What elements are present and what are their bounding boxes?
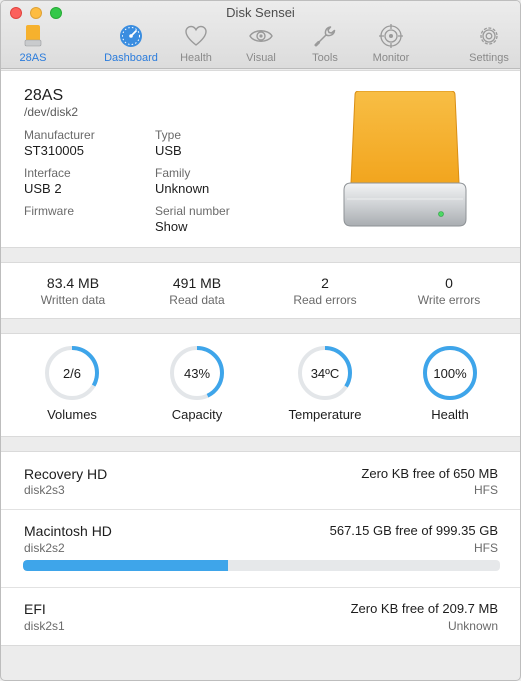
interface-label: Interface bbox=[24, 166, 71, 180]
family-field: Family Unknown bbox=[155, 166, 209, 196]
manufacturer-label: Manufacturer bbox=[24, 128, 95, 142]
tab-visual[interactable]: Visual bbox=[226, 23, 296, 64]
firmware-label: Firmware bbox=[24, 204, 74, 218]
volume-name: Recovery HD bbox=[24, 466, 108, 482]
write-errors-stat: 0 Write errors bbox=[389, 275, 509, 307]
eye-icon bbox=[249, 30, 273, 42]
volume-free-space: Zero KB free of 209.7 MB bbox=[350, 601, 498, 616]
toolbar: Disk Sensei 28AS Dashboard Health Visual… bbox=[1, 1, 520, 69]
disk-info-panel: 28AS /dev/disk2 Manufacturer ST310005 Ty… bbox=[1, 70, 520, 248]
write-errors-value: 0 bbox=[445, 275, 453, 291]
volume-usage-bar bbox=[23, 560, 500, 571]
volume-row-efi[interactable]: EFI disk2s1 Zero KB free of 209.7 MB Unk… bbox=[1, 588, 520, 646]
gauges-panel: 2/6 Volumes 43% Capacity 34ºC Temperatur… bbox=[1, 333, 520, 437]
tab-monitor[interactable]: Monitor bbox=[356, 23, 426, 64]
volume-free-space: Zero KB free of 650 MB bbox=[361, 466, 498, 481]
type-label: Type bbox=[155, 128, 182, 142]
device-selector[interactable]: 28AS bbox=[1, 23, 68, 64]
tab-visual-label: Visual bbox=[246, 52, 276, 64]
tab-health[interactable]: Health bbox=[161, 23, 231, 64]
tab-tools-label: Tools bbox=[312, 52, 338, 64]
io-stats-panel: 83.4 MB Written data 491 MB Read data 2 … bbox=[1, 262, 520, 319]
read-data-value: 491 MB bbox=[172, 275, 222, 291]
volumes-panel: Recovery HD disk2s3 Zero KB free of 650 … bbox=[1, 451, 520, 646]
written-data-value: 83.4 MB bbox=[46, 275, 100, 291]
manufacturer-value: ST310005 bbox=[24, 143, 84, 158]
health-gauge-value: 100% bbox=[433, 366, 467, 381]
temperature-gauge-label: Temperature bbox=[288, 407, 362, 422]
interface-field: Interface USB 2 bbox=[24, 166, 71, 196]
type-value: USB bbox=[155, 143, 182, 158]
write-errors-label: Write errors bbox=[417, 293, 481, 307]
health-gauge: 100% Health bbox=[395, 345, 505, 422]
family-label: Family bbox=[155, 166, 191, 180]
manufacturer-field: Manufacturer ST310005 bbox=[24, 128, 95, 158]
volumes-gauge: 2/6 Volumes bbox=[17, 345, 127, 422]
volume-filesystem: HFS bbox=[474, 483, 498, 497]
volumes-gauge-label: Volumes bbox=[47, 407, 97, 422]
read-errors-value: 2 bbox=[321, 275, 329, 291]
health-gauge-ring: 100% bbox=[423, 346, 477, 400]
device-label: 28AS bbox=[19, 52, 47, 64]
volumes-gauge-ring: 2/6 bbox=[45, 346, 99, 400]
type-field: Type USB bbox=[155, 128, 182, 158]
temperature-gauge: 34ºC Temperature bbox=[270, 345, 380, 422]
tab-health-label: Health bbox=[180, 52, 212, 64]
crosshair-icon bbox=[379, 24, 403, 48]
tab-dashboard[interactable]: Dashboard bbox=[96, 23, 166, 64]
disk-path: /dev/disk2 bbox=[24, 105, 79, 119]
disk-sensei-window: Disk Sensei 28AS Dashboard Health Visual… bbox=[0, 0, 521, 681]
serial-label: Serial number bbox=[155, 204, 230, 218]
tab-tools[interactable]: Tools bbox=[290, 23, 360, 64]
interface-value: USB 2 bbox=[24, 181, 62, 196]
tab-monitor-label: Monitor bbox=[372, 52, 410, 64]
dashboard-icon bbox=[120, 25, 142, 47]
written-data-label: Written data bbox=[40, 293, 106, 307]
written-data-stat: 83.4 MB Written data bbox=[13, 275, 133, 307]
family-value: Unknown bbox=[155, 181, 210, 196]
temperature-gauge-value: 34ºC bbox=[311, 366, 340, 381]
external-drive-icon bbox=[343, 91, 467, 227]
settings-label: Settings bbox=[469, 52, 509, 64]
volumes-gauge-value: 2/6 bbox=[63, 366, 81, 381]
volume-name: Macintosh HD bbox=[24, 523, 112, 539]
capacity-gauge: 43% Capacity bbox=[142, 345, 252, 422]
temperature-gauge-ring: 34ºC bbox=[298, 346, 352, 400]
serial-show-link[interactable]: Show bbox=[155, 219, 230, 234]
volume-free-space: 567.15 GB free of 999.35 GB bbox=[329, 523, 498, 538]
volume-filesystem: HFS bbox=[474, 541, 498, 555]
gear-icon bbox=[480, 27, 498, 45]
volume-device: disk2s3 bbox=[24, 483, 65, 497]
tab-dashboard-label: Dashboard bbox=[104, 52, 158, 64]
wrench-icon bbox=[314, 26, 336, 47]
settings-button[interactable]: Settings bbox=[454, 23, 520, 64]
capacity-gauge-label: Capacity bbox=[171, 407, 223, 422]
read-errors-label: Read errors bbox=[293, 293, 357, 307]
drive-icon bbox=[24, 25, 42, 47]
serial-field: Serial number Show bbox=[155, 204, 230, 234]
read-data-stat: 491 MB Read data bbox=[137, 275, 257, 307]
heart-icon bbox=[185, 25, 207, 46]
volume-device: disk2s2 bbox=[24, 541, 65, 555]
read-errors-stat: 2 Read errors bbox=[265, 275, 385, 307]
health-gauge-label: Health bbox=[431, 407, 469, 422]
firmware-field: Firmware bbox=[24, 204, 74, 219]
volume-row-recovery[interactable]: Recovery HD disk2s3 Zero KB free of 650 … bbox=[1, 452, 520, 509]
volume-row-macintosh-hd[interactable]: Macintosh HD disk2s2 567.15 GB free of 9… bbox=[1, 510, 520, 587]
capacity-gauge-ring: 43% bbox=[170, 346, 224, 400]
disk-name: 28AS bbox=[24, 87, 64, 104]
volume-name: EFI bbox=[24, 601, 46, 617]
capacity-gauge-value: 43% bbox=[184, 366, 210, 381]
volume-device: disk2s1 bbox=[24, 619, 65, 633]
volume-filesystem: Unknown bbox=[447, 619, 498, 633]
window-title: Disk Sensei bbox=[226, 5, 295, 20]
read-data-label: Read data bbox=[169, 293, 225, 307]
volume-usage-fill bbox=[23, 560, 229, 571]
